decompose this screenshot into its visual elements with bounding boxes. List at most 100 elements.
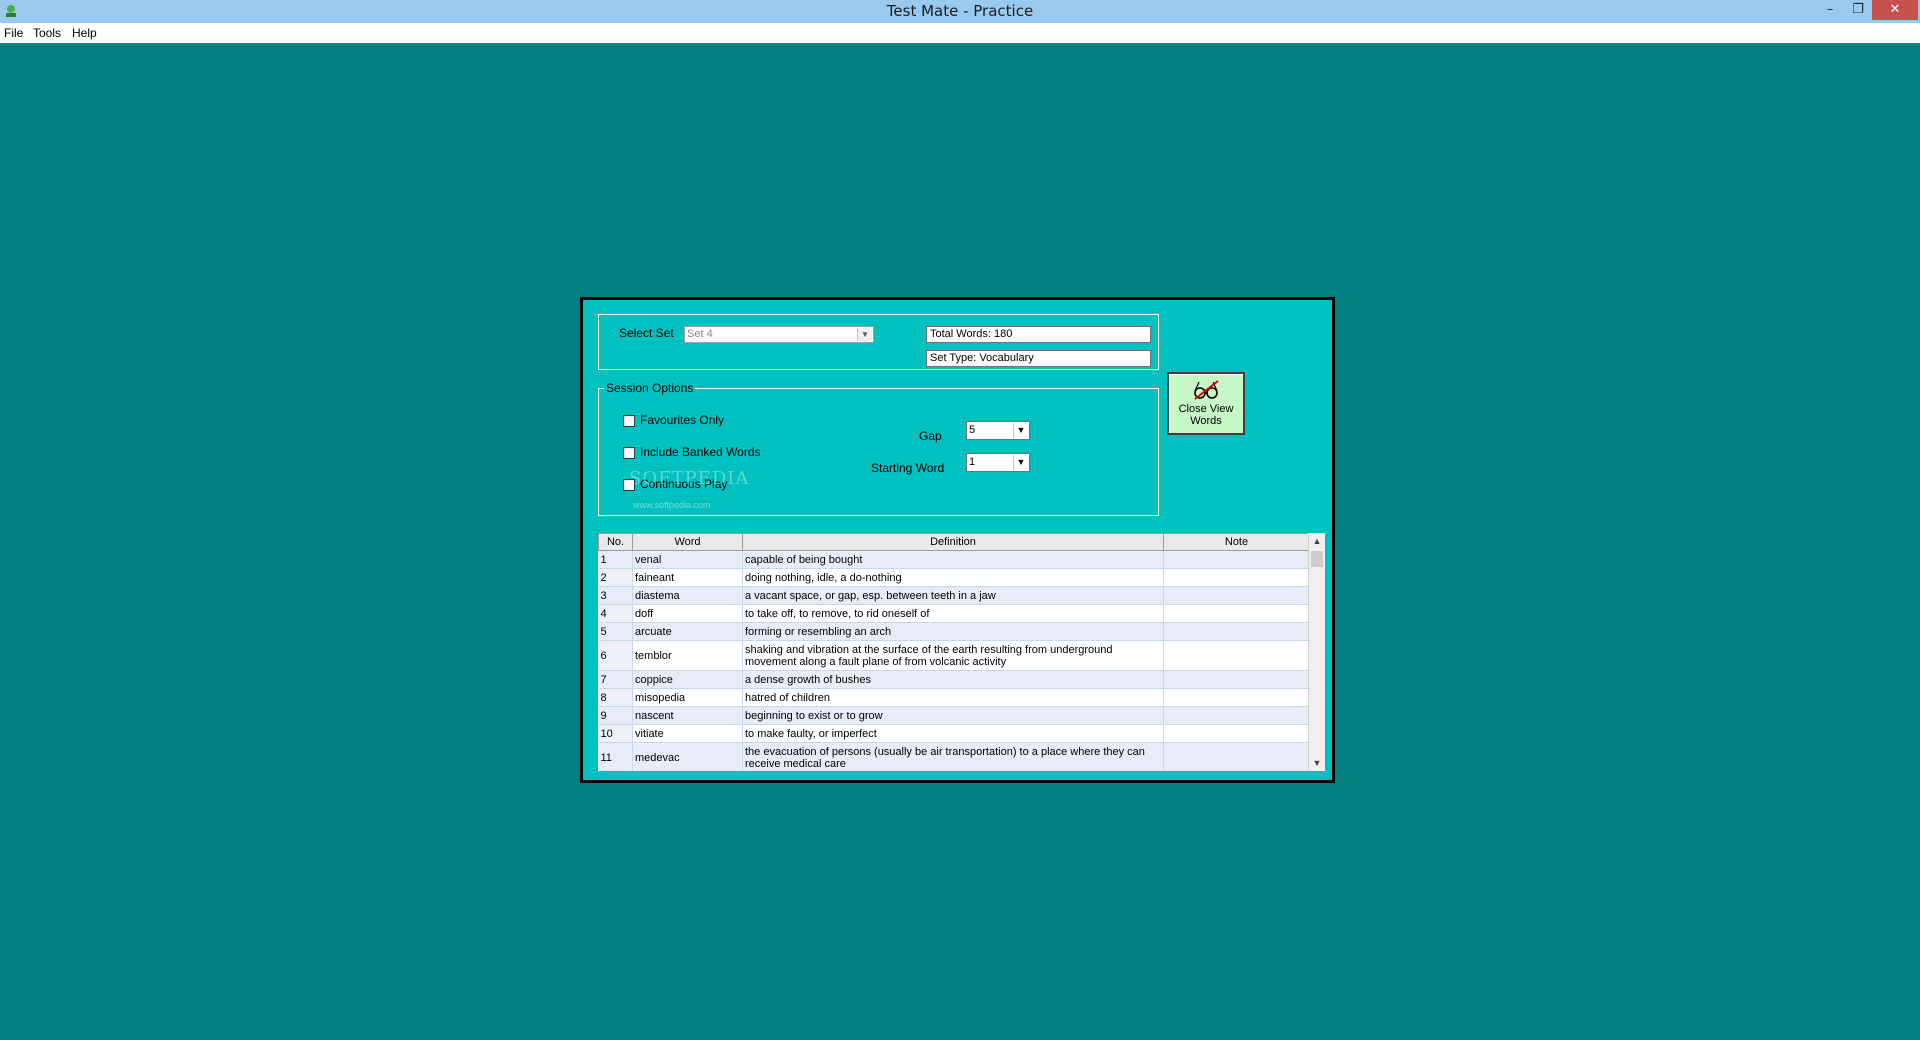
table-row[interactable]: 5 arcuate forming or resembling an arch	[598, 622, 1310, 641]
scroll-up-icon[interactable]: ▲	[1309, 533, 1325, 549]
row-note[interactable]	[1163, 724, 1310, 743]
row-no: 6	[598, 640, 633, 671]
chevron-down-icon[interactable]: ▼	[1013, 423, 1028, 438]
window-title: Test Mate - Practice	[886, 2, 1034, 20]
table-scrollbar[interactable]: ▲ ▼	[1308, 533, 1325, 771]
include-banked-label: Include Banked Words	[640, 445, 761, 459]
minimize-button[interactable]: –	[1816, 0, 1844, 20]
row-no: 5	[598, 622, 633, 641]
table-row[interactable]: 9 nascent beginning to exist or to grow	[598, 706, 1310, 725]
row-note[interactable]	[1163, 670, 1310, 689]
row-definition: a dense growth of bushes	[742, 670, 1164, 689]
row-no: 4	[598, 604, 633, 623]
words-table: No. Word Definition Note 1 venal capable o…	[598, 533, 1310, 771]
starting-word-label: Starting Word	[871, 461, 945, 475]
row-word: vitiate	[632, 724, 743, 743]
restore-button[interactable]: ❐	[1844, 0, 1872, 20]
set-selection-group: Select Set Set 4 ▼ Total Words: 180 Set …	[598, 314, 1159, 370]
row-word: nascent	[632, 706, 743, 725]
scroll-thumb[interactable]	[1311, 551, 1323, 567]
table-row[interactable]: 10 vitiate to make faulty, or imperfect	[598, 724, 1310, 743]
close-window-button[interactable]: ✕	[1872, 0, 1918, 20]
row-word: venal	[632, 550, 743, 569]
row-definition: shaking and vibration at the surface of …	[742, 640, 1164, 671]
close-view-words-label: Close View Words	[1178, 403, 1234, 427]
row-definition: forming or resembling an arch	[742, 622, 1164, 641]
row-no: 9	[598, 706, 633, 725]
set-select-value: Set 4	[687, 328, 713, 340]
column-header-note[interactable]: Note	[1163, 533, 1310, 551]
session-options-legend: Session Options	[604, 381, 696, 395]
table-row[interactable]: 4 doff to take off, to remove, to rid ones…	[598, 604, 1310, 623]
include-banked-checkbox[interactable]: Include Banked Words	[623, 445, 761, 459]
row-no: 3	[598, 586, 633, 605]
favourites-only-checkbox[interactable]: Favourites Only	[623, 413, 724, 427]
row-no: 7	[598, 670, 633, 689]
total-words-field: Total Words: 180	[926, 326, 1151, 343]
title-bar: Test Mate - Practice – ❐ ✕	[0, 0, 1920, 23]
column-header-word[interactable]: Word	[632, 533, 743, 551]
row-no: 11	[598, 742, 633, 771]
checkbox-box[interactable]	[623, 414, 635, 427]
row-definition: hatred of children	[742, 688, 1164, 707]
chevron-down-icon[interactable]: ▼	[857, 328, 872, 341]
row-definition: to take off, to remove, to rid oneself o…	[742, 604, 1164, 623]
row-word: misopedia	[632, 688, 743, 707]
menu-help[interactable]: Help	[72, 26, 97, 40]
set-select-dropdown[interactable]: Set 4 ▼	[684, 326, 874, 343]
table-row[interactable]: 8 misopedia hatred of children	[598, 688, 1310, 707]
row-definition: a vacant space, or gap, esp. between tee…	[742, 586, 1164, 605]
select-set-label: Select Set	[619, 326, 674, 340]
chevron-down-icon[interactable]: ▼	[1013, 455, 1028, 470]
row-definition: to make faulty, or imperfect	[742, 724, 1164, 743]
row-word: temblor	[632, 640, 743, 671]
glasses-icon	[1194, 380, 1219, 400]
row-no: 1	[598, 550, 633, 569]
row-no: 2	[598, 568, 633, 587]
row-note[interactable]	[1163, 586, 1310, 605]
watermark-url: www.softpedia.com	[633, 500, 711, 510]
starting-word-value: 1	[969, 456, 976, 468]
row-word: diastema	[632, 586, 743, 605]
watermark: SOFTPEDIA	[629, 468, 750, 489]
row-no: 8	[598, 688, 633, 707]
row-definition: doing nothing, idle, a do-nothing	[742, 568, 1164, 587]
row-note[interactable]	[1163, 568, 1310, 587]
row-note[interactable]	[1163, 550, 1310, 569]
menu-bar: File Tools Help	[0, 23, 1920, 43]
menu-tools[interactable]: Tools	[33, 26, 61, 40]
row-word: faineant	[632, 568, 743, 587]
gap-value: 5	[969, 424, 976, 436]
table-header-row: No. Word Definition Note	[598, 533, 1310, 551]
row-note[interactable]	[1163, 706, 1310, 725]
row-word: doff	[632, 604, 743, 623]
column-header-definition[interactable]: Definition	[742, 533, 1164, 551]
close-view-words-button[interactable]: Close View Words	[1167, 372, 1245, 435]
scroll-down-icon[interactable]: ▼	[1309, 755, 1325, 771]
row-note[interactable]	[1163, 742, 1310, 771]
row-word: arcuate	[632, 622, 743, 641]
row-note[interactable]	[1163, 622, 1310, 641]
starting-word-dropdown[interactable]: 1 ▼	[966, 453, 1030, 472]
gap-dropdown[interactable]: 5 ▼	[966, 421, 1030, 440]
column-header-no[interactable]: No.	[598, 533, 633, 551]
checkbox-box[interactable]	[623, 446, 635, 459]
row-word: medevac	[632, 742, 743, 771]
row-note[interactable]	[1163, 640, 1310, 671]
favourites-only-label: Favourites Only	[640, 413, 725, 427]
table-row[interactable]: 2 faineant doing nothing, idle, a do-nothi…	[598, 568, 1310, 587]
table-row[interactable]: 7 coppice a dense growth of bushes	[598, 670, 1310, 689]
menu-file[interactable]: File	[4, 26, 23, 40]
words-table-container: No. Word Definition Note 1 venal capable o…	[598, 533, 1325, 771]
table-row[interactable]: 6 temblor shaking and vibration at the sur…	[598, 640, 1310, 671]
table-row[interactable]: 11 medevac the evacuation of persons (usua…	[598, 742, 1310, 771]
set-type-field: Set Type: Vocabulary	[926, 350, 1151, 367]
table-row[interactable]: 1 venal capable of being bought	[598, 550, 1310, 569]
table-row[interactable]: 3 diastema a vacant space, or gap, esp. be…	[598, 586, 1310, 605]
row-note[interactable]	[1163, 688, 1310, 707]
view-words-panel: Select Set Set 4 ▼ Total Words: 180 Set …	[580, 297, 1335, 783]
gap-label: Gap	[919, 429, 942, 443]
row-word: coppice	[632, 670, 743, 689]
row-definition: capable of being bought	[742, 550, 1164, 569]
row-note[interactable]	[1163, 604, 1310, 623]
